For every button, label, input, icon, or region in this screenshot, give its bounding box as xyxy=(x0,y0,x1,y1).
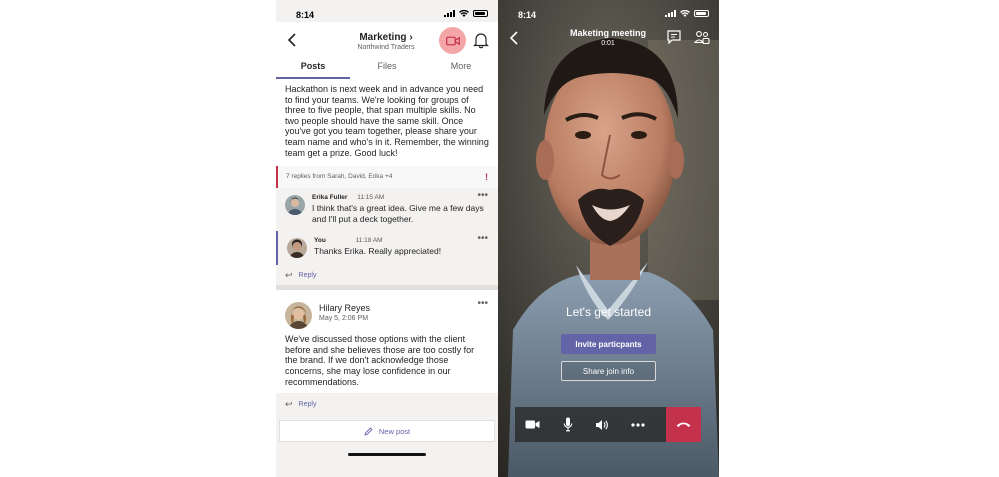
more-button[interactable] xyxy=(620,407,655,442)
battery-icon xyxy=(694,10,709,17)
reply-meta: You 11:18 AM xyxy=(314,237,490,244)
reply-author: Erika Fuller xyxy=(312,194,348,202)
post-message: Hackathon is next week and in advance yo… xyxy=(276,80,498,167)
channel-title-area[interactable]: Marketing › Northwind Traders xyxy=(336,32,436,51)
video-camera-icon xyxy=(445,36,460,45)
posts-feed: Hackathon is next week and in advance yo… xyxy=(276,80,498,477)
reply-icon: ↩ xyxy=(285,269,293,280)
reply-button[interactable]: ↩ Reply xyxy=(276,393,498,416)
channel-header: Marketing › Northwind Traders Posts File… xyxy=(276,22,498,80)
replies-summary[interactable]: 7 replies from Sarah, David, Erika +4 ! xyxy=(276,166,498,189)
wifi-icon xyxy=(680,10,690,17)
reply-item: Erika Fuller 11:15 AM I think that's a g… xyxy=(276,188,498,231)
status-time: 8:14 xyxy=(518,10,537,20)
status-time: 8:14 xyxy=(296,10,315,20)
speaker-button[interactable] xyxy=(585,407,620,442)
status-icons xyxy=(444,10,488,17)
reply-thread: Erika Fuller 11:15 AM I think that's a g… xyxy=(276,188,498,286)
microphone-button[interactable] xyxy=(550,407,585,442)
battery-icon xyxy=(473,10,488,17)
reply-text: Thanks Erika. Really appreciated! xyxy=(314,246,442,257)
meeting-title: Maketing meeting xyxy=(569,28,646,38)
home-indicator xyxy=(348,453,426,457)
share-join-info-button[interactable]: Share join info xyxy=(561,361,656,381)
hangup-icon xyxy=(676,422,691,427)
invite-participants-button[interactable]: Invite particpants xyxy=(561,334,656,354)
reply-icon: ↩ xyxy=(285,398,293,409)
signal-icon xyxy=(444,10,455,17)
wifi-icon xyxy=(459,10,469,17)
reply-label: Reply xyxy=(298,271,317,279)
post-author: Hilary Reyes xyxy=(319,303,371,314)
back-icon[interactable] xyxy=(506,29,522,47)
new-post-label: New post xyxy=(378,426,411,436)
more-options-icon[interactable]: ••• xyxy=(477,190,488,201)
avatar[interactable] xyxy=(287,238,307,259)
chevron-right-icon: › xyxy=(409,32,413,43)
bell-icon[interactable] xyxy=(473,31,489,49)
important-icon: ! xyxy=(485,172,488,183)
avatar[interactable] xyxy=(285,302,312,330)
meet-now-button[interactable] xyxy=(439,27,466,54)
hangup-button[interactable] xyxy=(666,407,701,442)
post-card: Hilary Reyes May 5, 2:06 PM ••• We've di… xyxy=(276,290,498,394)
reply-meta: Erika Fuller 11:15 AM xyxy=(312,194,490,201)
channel-screen: 8:14 Marketing › Northwind Traders Posts… xyxy=(276,0,498,477)
more-options-icon[interactable]: ••• xyxy=(477,233,488,244)
call-screen: 8:14 Maketing meeting 0:01 Let's get sta… xyxy=(498,0,719,477)
post-message: We've discussed those options with the c… xyxy=(285,334,475,387)
tab-more[interactable]: More xyxy=(424,58,498,80)
tab-files[interactable]: Files xyxy=(350,58,424,80)
reply-time: 11:18 AM xyxy=(355,237,383,245)
reply-author: You xyxy=(314,237,326,245)
microphone-icon xyxy=(563,417,572,432)
speaker-icon xyxy=(596,419,608,430)
participants-icon[interactable] xyxy=(694,29,710,45)
more-options-icon[interactable]: ••• xyxy=(477,298,488,309)
avatar[interactable] xyxy=(285,195,305,216)
channel-title: Marketing › xyxy=(336,32,436,43)
more-icon xyxy=(630,422,645,427)
back-icon[interactable] xyxy=(284,31,300,49)
team-name: Northwind Traders xyxy=(357,44,415,51)
tab-posts[interactable]: Posts xyxy=(276,58,350,80)
channel-name: Marketing xyxy=(359,32,407,43)
participant-video xyxy=(498,0,719,477)
status-icons xyxy=(665,10,709,17)
reply-button[interactable]: ↩ Reply xyxy=(276,265,498,285)
signal-icon xyxy=(665,10,676,17)
call-timer: 0:01 xyxy=(601,40,615,47)
reply-item: You 11:18 AM Thanks Erika. Really apprec… xyxy=(276,231,498,266)
call-controls xyxy=(515,407,701,442)
reply-label: Reply xyxy=(298,400,317,408)
reply-text: I think that's a great idea. Give me a f… xyxy=(312,203,484,225)
chat-icon[interactable] xyxy=(666,29,682,45)
replies-summary-text: 7 replies from Sarah, David, Erika +4 xyxy=(286,173,393,181)
lets-get-started-label: Let's get started xyxy=(565,305,651,319)
channel-tabs: Posts Files More xyxy=(276,58,498,80)
camera-button[interactable] xyxy=(515,407,550,442)
pencil-icon xyxy=(364,426,373,436)
call-header: Maketing meeting 0:01 xyxy=(498,22,719,54)
camera-icon xyxy=(525,420,540,429)
new-post-button[interactable]: New post xyxy=(279,420,495,443)
post-date: May 5, 2:06 PM xyxy=(319,315,369,323)
reply-time: 11:15 AM xyxy=(357,194,385,202)
compose-area: New post xyxy=(276,415,498,458)
